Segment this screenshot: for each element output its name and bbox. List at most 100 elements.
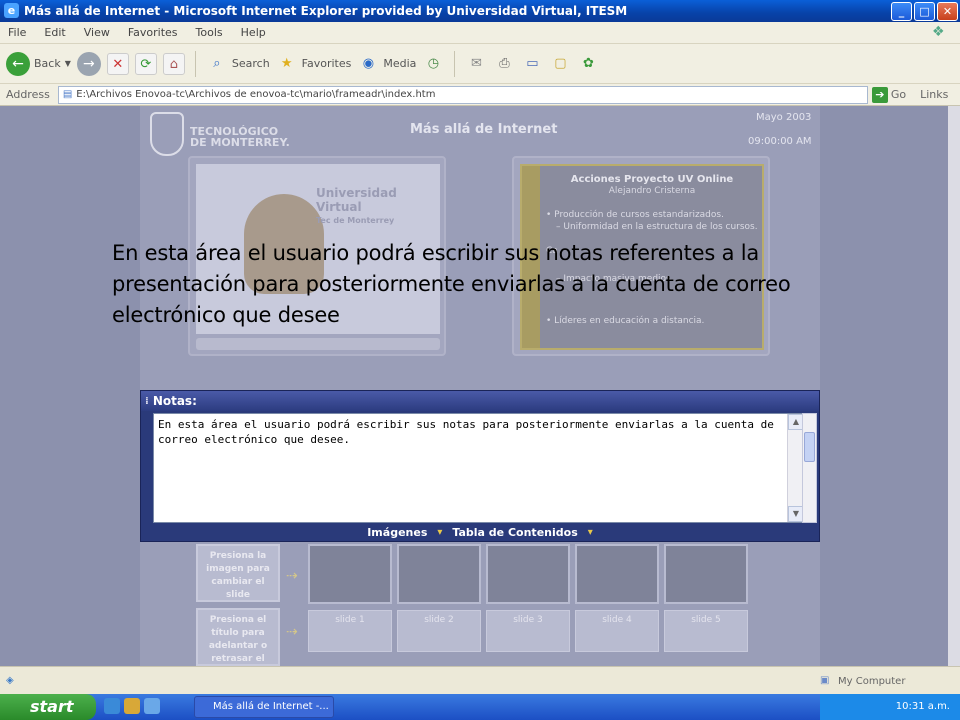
browser-content: TECNOLÓGICO DE MONTERREY. Más allá de In…	[0, 106, 948, 666]
done-icon: ◈	[6, 675, 14, 686]
go-button[interactable]: ➔ Go	[871, 86, 907, 103]
stop-icon[interactable]: ✕	[106, 52, 129, 75]
minimize-button[interactable]: _	[891, 2, 912, 21]
messenger-icon[interactable]: ✿	[577, 53, 599, 75]
back-arrow-icon: ←	[6, 51, 30, 76]
slide-caption-2[interactable]: slide 2	[397, 610, 481, 652]
menu-favorites[interactable]: Favorites	[128, 26, 178, 39]
images-tab[interactable]: Imágenes	[367, 526, 427, 539]
toolbar-divider	[454, 50, 456, 77]
notes-title: Notas:	[152, 394, 197, 408]
address-label: Address	[6, 88, 50, 101]
media-button[interactable]: ◉ Media	[357, 53, 417, 75]
favorites-label: Favorites	[301, 57, 352, 70]
history-icon[interactable]: ◷	[422, 53, 444, 75]
annotation-caption: En esta área el usuario podrá escribir s…	[112, 241, 791, 327]
media-label: Media	[383, 57, 417, 70]
slide-bullet: – Uniformidad en la estructura de los cu…	[556, 222, 758, 232]
close-button[interactable]: ✕	[937, 2, 958, 21]
chevron-down-icon[interactable]: ▾	[437, 527, 442, 538]
menu-bar: File Edit View Favorites Tools Help ❖	[0, 22, 960, 44]
scroll-thumb[interactable]	[804, 432, 815, 462]
go-label: Go	[890, 88, 907, 101]
slide-caption-4[interactable]: slide 4	[575, 610, 659, 652]
computer-icon: ▣	[820, 675, 830, 686]
slide-thumbnail-3[interactable]	[486, 544, 570, 604]
menu-file[interactable]: File	[8, 26, 26, 39]
windows-logo-icon: ❖	[932, 24, 945, 40]
media-icon: ◉	[362, 55, 375, 71]
notes-text-area[interactable]: En esta área el usuario podrá escribir s…	[153, 413, 805, 523]
links-label[interactable]: Links	[920, 88, 948, 101]
toolbar-divider	[194, 50, 196, 77]
zone-label: My Computer	[838, 676, 906, 687]
quicklaunch-ie-icon[interactable]	[104, 698, 120, 714]
page-title: Más allá de Internet	[410, 122, 558, 137]
slide-caption-5[interactable]: slide 5	[664, 610, 748, 652]
grip-icon: ⁞	[145, 395, 149, 407]
arrow-right-icon: ⇢	[286, 568, 298, 584]
taskbar-item-label: Más allá de Internet -...	[213, 701, 329, 712]
menu-tools[interactable]: Tools	[196, 26, 223, 39]
taskbar: start Más allá de Internet -... 10:31 a.…	[0, 694, 960, 720]
clock: 10:31 a.m.	[895, 701, 950, 712]
menu-view[interactable]: View	[84, 26, 110, 39]
start-label: start	[30, 697, 74, 716]
forward-button[interactable]: →	[76, 51, 101, 76]
back-label: Back	[34, 57, 61, 70]
discuss-icon[interactable]: ▢	[549, 53, 571, 75]
arrow-right-icon: ⇢	[286, 624, 298, 640]
go-arrow-icon: ➔	[871, 86, 888, 103]
menu-help[interactable]: Help	[241, 26, 266, 39]
maximize-button[interactable]: □	[914, 2, 935, 21]
address-bar: Address ▤ E:\Archivos Enovoa-tc\Archivos…	[0, 84, 960, 106]
slide-caption-3[interactable]: slide 3	[486, 610, 570, 652]
ie-icon: e	[4, 3, 19, 18]
search-label: Search	[231, 57, 270, 70]
video-brand-1: Universidad	[316, 186, 397, 200]
back-button[interactable]: ← Back ▼	[6, 51, 71, 76]
tec-shield-icon	[150, 112, 184, 156]
slide-thumbnail-1[interactable]	[308, 544, 392, 604]
star-icon: ★	[280, 55, 293, 71]
chevron-down-icon[interactable]: ▾	[588, 527, 593, 538]
home-icon[interactable]: ⌂	[162, 52, 185, 75]
page-scrollbar[interactable]	[948, 106, 960, 666]
notes-outer-scrollbar[interactable]	[802, 413, 817, 523]
chevron-down-icon: ▼	[64, 59, 71, 68]
mail-icon[interactable]: ✉	[465, 53, 487, 75]
status-bar: ◈ ▣ My Computer	[0, 666, 960, 694]
search-button[interactable]: ⌕ Search	[206, 53, 270, 75]
video-brand-3: Tec de Monterrey	[316, 216, 395, 225]
search-icon: ⌕	[213, 55, 221, 71]
slide-author: Alejandro Cristerna	[608, 186, 696, 196]
address-input[interactable]: ▤ E:\Archivos Enovoa-tc\Archivos de enov…	[57, 85, 868, 104]
taskbar-item-ie[interactable]: Más allá de Internet -...	[194, 696, 334, 718]
title-bar: e Más allá de Internet - Microsoft Inter…	[0, 0, 960, 22]
quicklaunch-desktop-icon[interactable]	[144, 698, 160, 714]
address-url: E:\Archivos Enovoa-tc\Archivos de enovoa…	[76, 89, 436, 100]
toc-tab[interactable]: Tabla de Contenidos	[452, 526, 577, 539]
refresh-icon[interactable]: ⟳	[134, 52, 157, 75]
menu-edit[interactable]: Edit	[44, 26, 65, 39]
video-controls[interactable]	[196, 338, 440, 350]
favorites-button[interactable]: ★ Favorites	[276, 53, 352, 75]
date-label: Mayo 2003	[756, 112, 812, 123]
edit-icon[interactable]: ▭	[521, 53, 543, 75]
slide-caption-1[interactable]: slide 1	[308, 610, 392, 652]
slide-thumbnail-5[interactable]	[664, 544, 748, 604]
start-button[interactable]: start	[0, 694, 96, 720]
system-tray: 10:31 a.m.	[820, 694, 960, 720]
print-icon[interactable]: ⎙	[493, 53, 515, 75]
slide-thumbnail-4[interactable]	[575, 544, 659, 604]
window-title: Más allá de Internet - Microsoft Interne…	[24, 4, 628, 18]
thumbnail-strip: Presiona la imagen para cambiar el slide…	[140, 542, 820, 666]
notes-header: ⁞ Notas:	[141, 391, 819, 411]
notes-input[interactable]: En esta área el usuario podrá escribir s…	[154, 414, 786, 522]
notes-panel: ⁞ Notas: En esta área el usuario podrá e…	[140, 390, 820, 542]
slide-thumbnail-2[interactable]	[397, 544, 481, 604]
quicklaunch-outlook-icon[interactable]	[124, 698, 140, 714]
time-label: 09:00:00 AM	[748, 136, 812, 147]
brand-line-2: DE MONTERREY.	[190, 136, 290, 149]
thumb-hint-image: Presiona la imagen para cambiar el slide	[196, 544, 280, 602]
